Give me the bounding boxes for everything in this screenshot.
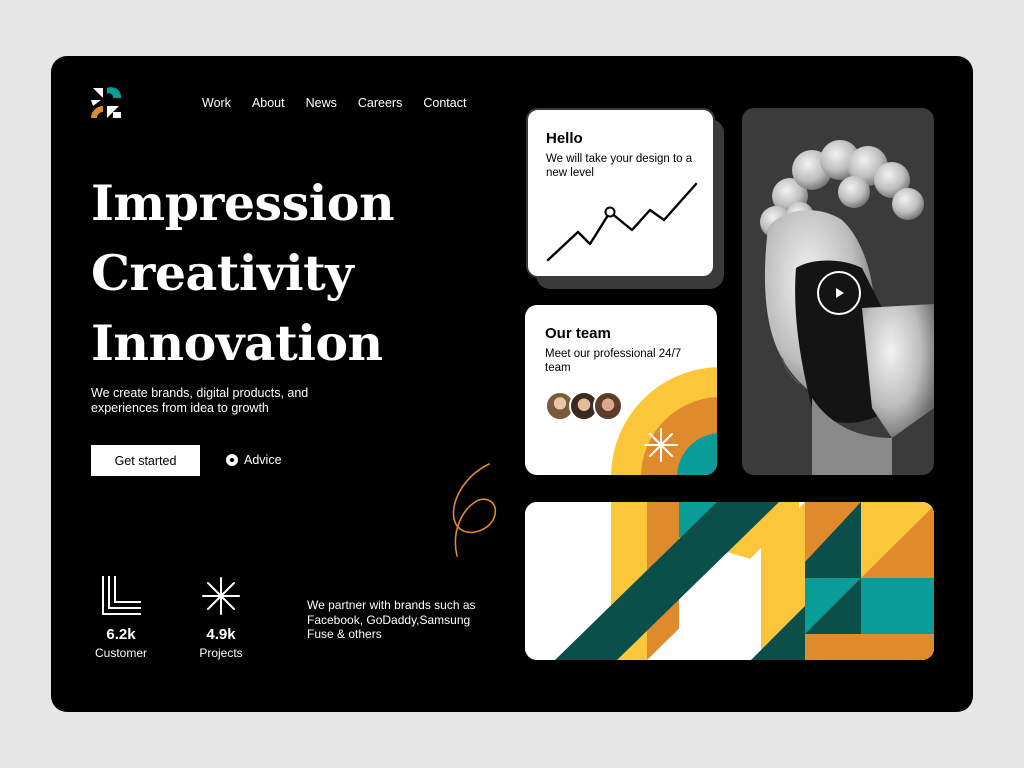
- stat-customers-label: Customer: [94, 646, 147, 660]
- play-button[interactable]: [817, 271, 861, 315]
- hero-headline: Impression Creativity Innovation: [91, 168, 395, 378]
- headline-line-2: Creativity: [91, 244, 354, 302]
- hero-lead-text: We create brands, digital products, and …: [91, 386, 309, 415]
- play-icon: [836, 288, 844, 298]
- team-card[interactable]: Our team Meet our professional 24/7 team: [525, 305, 717, 475]
- landing-frame: Work About News Careers Contact Impressi…: [51, 56, 973, 712]
- stat-projects: 4.9k Projects: [176, 576, 266, 660]
- team-avatars: [545, 391, 623, 421]
- main-nav: Work About News Careers Contact: [202, 96, 487, 110]
- nav-about[interactable]: About: [252, 96, 285, 110]
- radio-dot-icon: [226, 454, 238, 466]
- nav-contact[interactable]: Contact: [423, 96, 466, 110]
- headline-line-1: Impression: [91, 174, 395, 232]
- nav-work[interactable]: Work: [202, 96, 231, 110]
- stat-projects-value: 4.9k: [206, 626, 236, 643]
- partner-text: We partner with brands such as Facebook,…: [307, 598, 476, 641]
- hello-card[interactable]: Hello We will take your design to a new …: [526, 108, 715, 278]
- arc-graphic: [611, 367, 717, 475]
- brand-logo-icon[interactable]: [91, 86, 123, 120]
- advice-label: Advice: [244, 453, 282, 467]
- team-card-title: Our team: [545, 325, 611, 342]
- hello-card-title: Hello: [546, 130, 583, 147]
- stat-customers-value: 6.2k: [106, 626, 136, 643]
- geometric-banner: [525, 502, 934, 660]
- headline-line-3: Innovation: [91, 314, 383, 372]
- growth-line-graphic: [546, 182, 698, 262]
- stacked-lines-icon: [102, 576, 141, 615]
- get-started-button[interactable]: Get started: [91, 445, 200, 476]
- asterisk-icon: [202, 577, 240, 615]
- statue-video-card[interactable]: [742, 108, 934, 475]
- swirl-decoration-icon: [452, 463, 497, 557]
- stat-customers: 6.2k Customer: [76, 576, 166, 660]
- advice-link[interactable]: Advice: [226, 453, 282, 467]
- nav-careers[interactable]: Careers: [358, 96, 402, 110]
- hello-card-subtitle: We will take your design to a new level: [546, 153, 693, 179]
- nav-news[interactable]: News: [306, 96, 337, 110]
- stat-projects-label: Projects: [199, 646, 243, 660]
- geometric-pattern: [525, 502, 934, 660]
